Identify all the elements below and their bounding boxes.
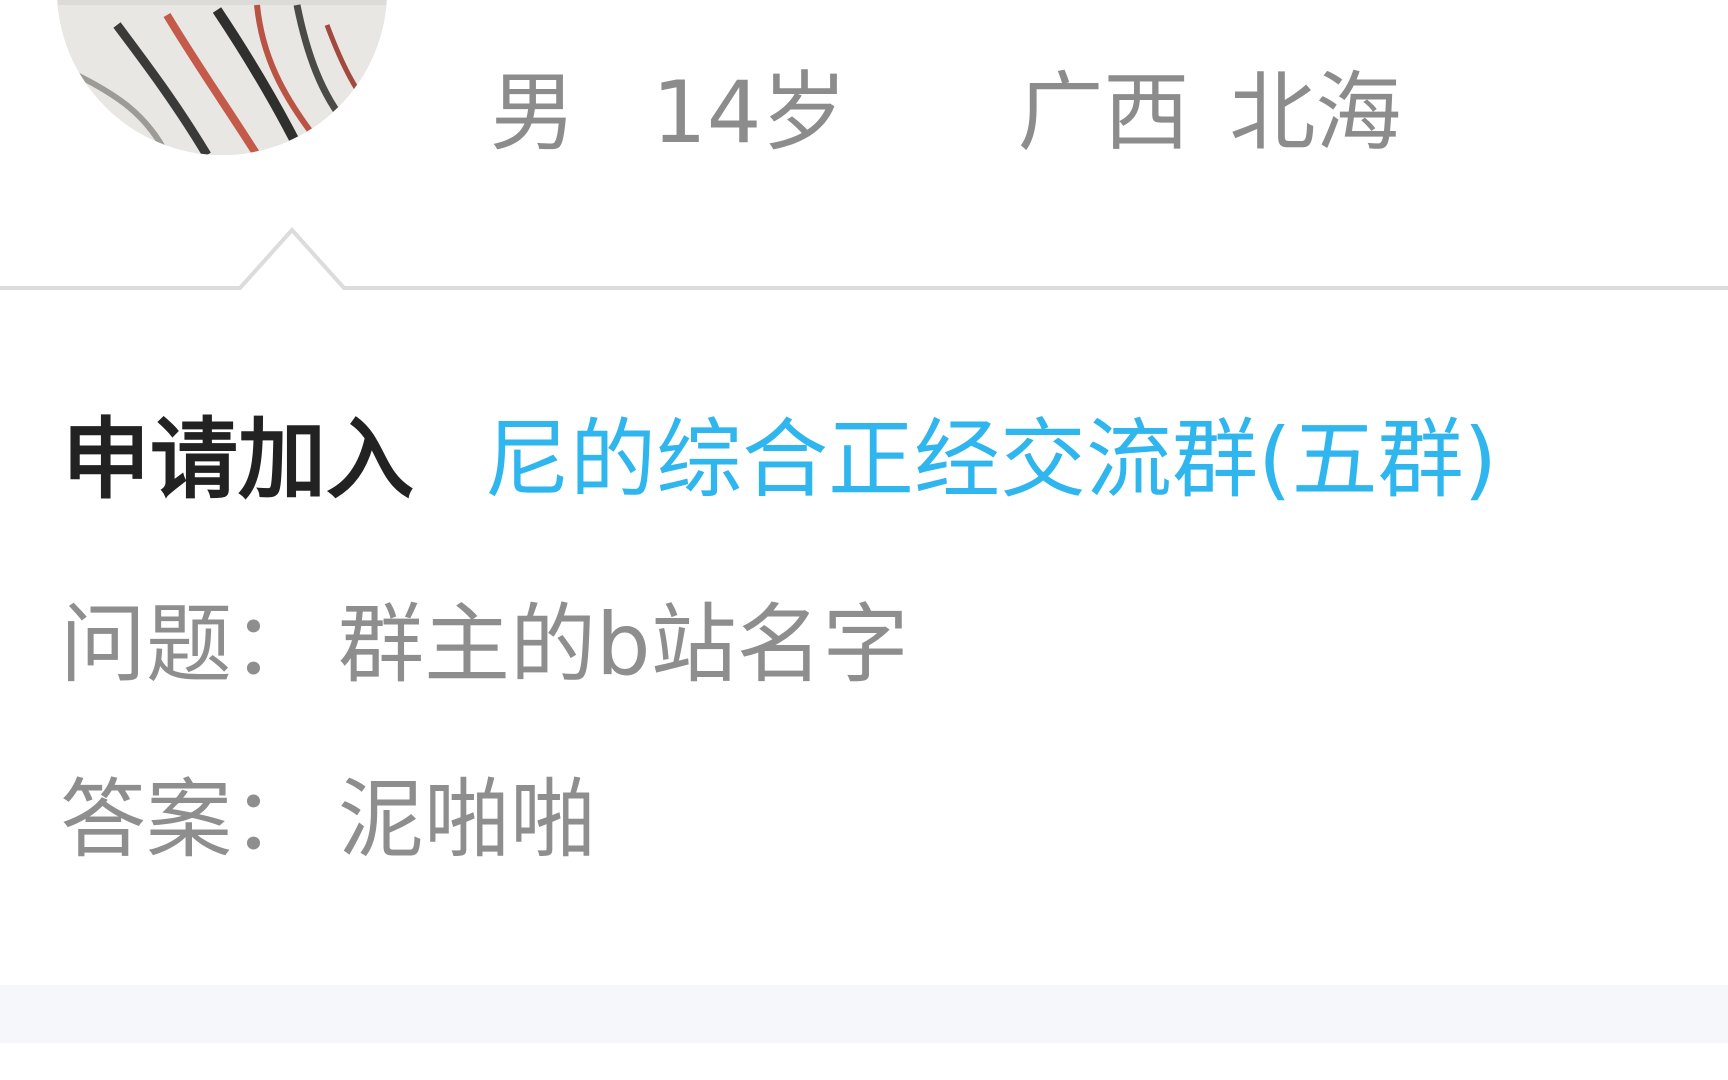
avatar-image — [57, 0, 387, 155]
question-key: 问题： — [60, 595, 318, 695]
province-label: 广西 — [1017, 63, 1190, 163]
caret-divider — [0, 227, 1728, 290]
age-label: 14岁 — [652, 63, 848, 163]
join-request-line: 申请加入 尼的综合正经交流群(五群) — [62, 405, 1497, 515]
avatar[interactable] — [57, 0, 387, 155]
next-section-top — [0, 1043, 1728, 1080]
group-name-link[interactable]: 尼的综合正经交流群(五群) — [484, 405, 1497, 515]
answer-value: 泥啪啪 — [338, 770, 596, 870]
gender-label: 男 — [490, 63, 576, 163]
city-label: 北海 — [1229, 63, 1402, 163]
profile-meta: 男 14岁 广西 北海 — [490, 58, 1401, 168]
question-row: 问题： 群主的b站名字 — [60, 590, 909, 700]
join-request-page: 男 14岁 广西 北海 申请加入 尼的综合正经交流群(五群) 问题： 群主的b站… — [0, 0, 1728, 1080]
section-separator — [0, 985, 1728, 1043]
answer-row: 答案： 泥啪啪 — [60, 765, 596, 875]
request-label: 申请加入 — [62, 408, 415, 511]
answer-key: 答案： — [60, 770, 318, 870]
question-value: 群主的b站名字 — [338, 595, 909, 695]
